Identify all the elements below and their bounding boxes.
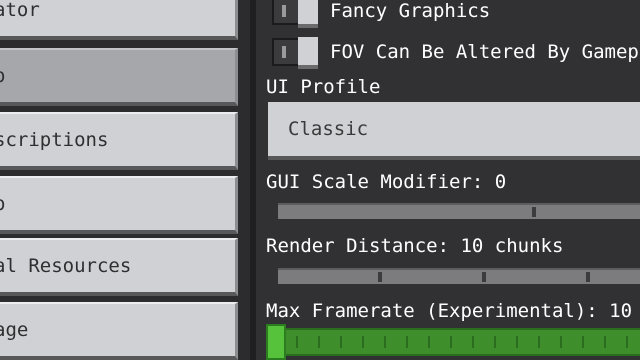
gui-scale-slider[interactable] [278,203,640,219]
slider-tick [516,336,518,348]
render-distance-slider[interactable] [278,268,640,284]
max-framerate-slider[interactable] [266,328,640,356]
toggle-knob [298,0,318,28]
slider-tick [362,336,364,348]
slider-notch [586,272,590,282]
sidebar-item-2-selected[interactable]: o [0,48,238,106]
max-framerate-label: Max Framerate (Experimental): 10 F [266,300,640,322]
slider-tick [428,336,430,348]
ui-profile-heading: UI Profile [266,76,381,98]
slider-notch [482,272,486,282]
toggle-knob [298,37,318,69]
gui-scale-label: GUI Scale Modifier: 0 [266,171,507,193]
sidebar-item-resources[interactable]: al Resources [0,238,238,296]
sidebar-item-label: age [0,319,29,341]
sidebar-item-4[interactable]: o [0,176,238,234]
slider-tick [538,336,540,348]
sidebar-item-label: o [0,65,5,87]
slider-tick [318,336,320,348]
slider-tick [626,336,628,348]
slider-tick [472,336,474,348]
slider-notch [378,272,382,282]
sidebar-item-label: scriptions [0,129,109,151]
slider-tick [604,336,606,348]
settings-panel: Fancy Graphics FOV Can Be Altered By Gam… [256,0,640,360]
sidebar: ator o scriptions o al Resources age [0,0,250,360]
sidebar-item-label: al Resources [0,255,132,277]
ui-profile-value: Classic [288,118,369,140]
sidebar-item-label: o [0,193,5,215]
sidebar-item-subscriptions[interactable]: scriptions [0,112,238,170]
toggle-off-indicator-icon [282,46,286,58]
fov-gamepad-label: FOV Can Be Altered By Gamep [330,41,639,63]
render-distance-label: Render Distance: 10 chunks [266,235,564,257]
fancy-graphics-label: Fancy Graphics [330,0,491,22]
toggle-off-indicator-icon [282,5,286,17]
fov-gamepad-toggle[interactable] [272,37,318,69]
slider-tick [384,336,386,348]
slider-tick [450,336,452,348]
slider-tick [560,336,562,348]
sidebar-item-storage[interactable]: age [0,302,238,360]
slider-tick [296,336,298,348]
fancy-graphics-row: Fancy Graphics [272,0,490,28]
slider-notch [532,207,536,217]
fancy-graphics-toggle[interactable] [272,0,318,28]
max-framerate-slider-handle[interactable] [266,324,286,360]
sidebar-item-label: ator [0,0,40,21]
slider-tick [406,336,408,348]
ui-profile-dropdown[interactable]: Classic [268,102,640,160]
sidebar-item-1[interactable]: ator [0,0,238,40]
slider-tick [582,336,584,348]
fov-gamepad-row: FOV Can Be Altered By Gamep [272,35,639,69]
slider-tick [340,336,342,348]
slider-tick [494,336,496,348]
